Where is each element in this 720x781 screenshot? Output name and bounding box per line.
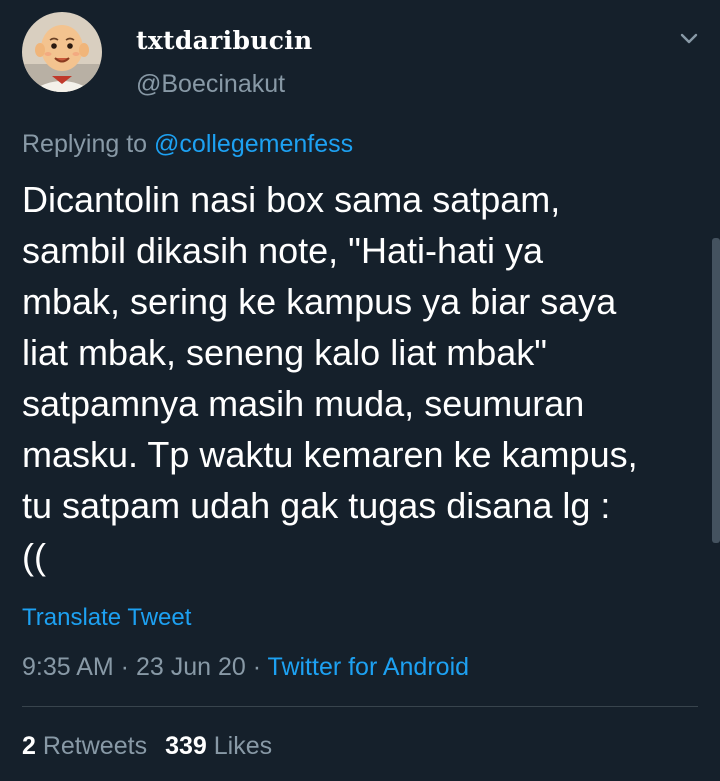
scrollbar[interactable]	[712, 238, 720, 543]
meta-separator: ·	[113, 653, 136, 681]
retweets-label: Retweets	[35, 732, 148, 760]
replying-to-label: Replying to	[22, 130, 155, 158]
tweet-source-link[interactable]: Twitter for Android	[268, 653, 469, 681]
likes-label: Likes	[206, 732, 273, 760]
chevron-down-icon[interactable]	[676, 26, 702, 52]
tweet-detail: txtdaribucin @Boecinakut Replying to @co…	[0, 0, 720, 781]
tweet-metadata: 9:35 AM · 23 Jun 20 · Twitter for Androi…	[22, 653, 469, 682]
user-handle[interactable]: @Boecinakut	[136, 70, 285, 99]
display-name[interactable]: txtdaribucin	[136, 26, 313, 55]
avatar[interactable]	[22, 12, 102, 92]
tweet-date: 23 Jun 20	[135, 653, 246, 681]
tweet-text: Dicantolin nasi box sama satpam, sambil …	[22, 179, 638, 577]
tweet-time: 9:35 AM	[22, 653, 114, 681]
translate-tweet-link[interactable]: Translate Tweet	[22, 604, 191, 632]
likes-count: 339	[165, 732, 207, 760]
divider	[22, 706, 698, 707]
retweets-count: 2	[22, 732, 36, 760]
retweets-stat[interactable]: 2 Retweets	[22, 732, 147, 760]
meta-separator: ·	[245, 653, 268, 681]
likes-stat[interactable]: 339 Likes	[165, 732, 272, 760]
replying-to-line: Replying to @collegemenfess	[22, 130, 353, 159]
reply-mention-link[interactable]: @collegemenfess	[154, 130, 353, 158]
cartoon-avatar-icon	[22, 12, 102, 92]
engagement-stats: 2 Retweets 339 Likes	[22, 732, 290, 761]
